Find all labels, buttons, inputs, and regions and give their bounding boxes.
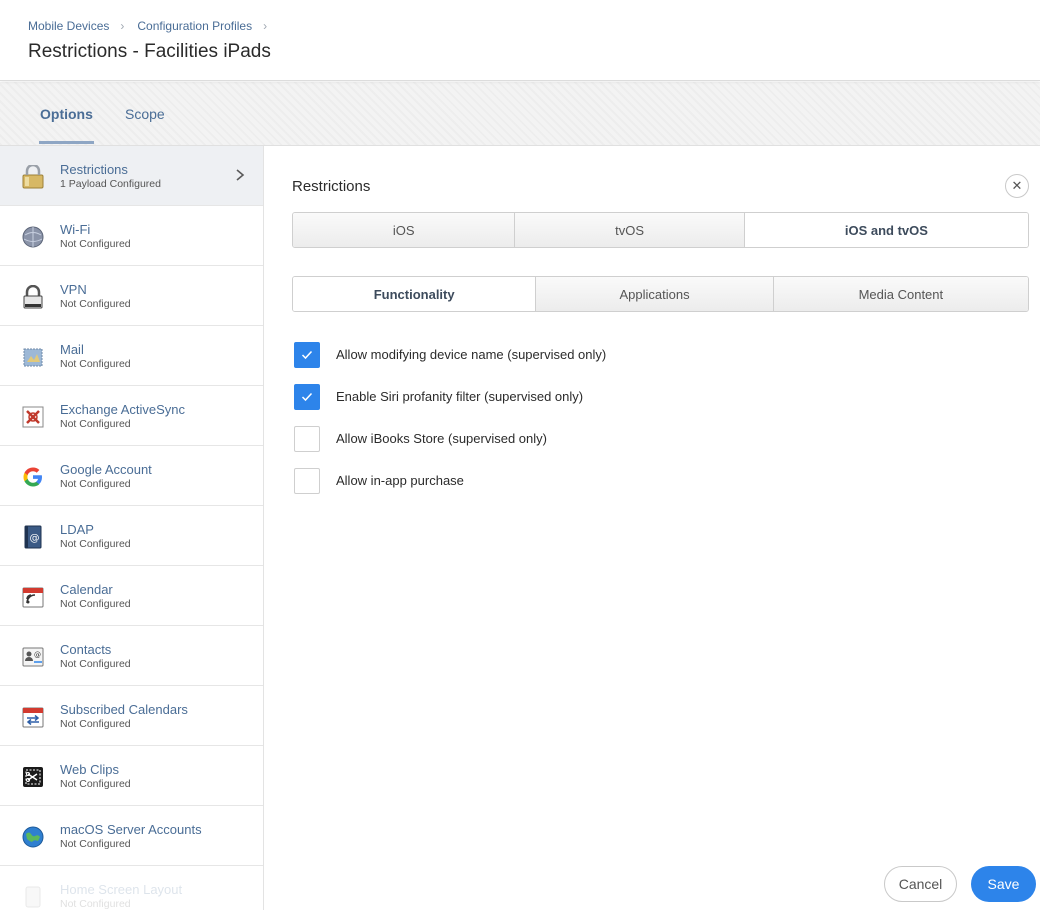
breadcrumb-mobile-devices[interactable]: Mobile Devices — [28, 19, 109, 33]
home-screen-icon — [21, 885, 44, 908]
tab-bar: Options Scope — [0, 82, 1040, 146]
sidebar-item-exchange[interactable]: Exchange ActiveSync Not Configured — [0, 386, 263, 446]
option-label: Allow iBooks Store (supervised only) — [336, 431, 547, 446]
sidebar-item-google-account[interactable]: Google Account Not Configured — [0, 446, 263, 506]
allow-modifying-device-name-checkbox[interactable] — [294, 342, 320, 368]
option-label: Allow modifying device name (supervised … — [336, 347, 607, 362]
checkmark-icon — [301, 392, 313, 402]
category-tabs: Functionality Applications Media Content — [292, 276, 1029, 312]
sidebar-item-status: Not Configured — [60, 418, 131, 430]
sidebar-item-status: Not Configured — [60, 478, 131, 490]
sidebar-item-label: VPN — [60, 282, 87, 297]
tab-media-content[interactable]: Media Content — [773, 277, 1028, 311]
payload-content: Restrictions ✕ iOS tvOS iOS and tvOS Fun… — [264, 146, 1040, 910]
exchange-icon — [21, 405, 44, 428]
save-button[interactable]: Save — [971, 866, 1036, 902]
breadcrumb-separator: › — [263, 19, 268, 33]
sidebar-item-status: 1 Payload Configured — [60, 178, 161, 190]
ldap-book-icon: @ — [21, 525, 44, 548]
sidebar-item-web-clips[interactable]: Web Clips Not Configured — [0, 746, 263, 806]
tab-tvos[interactable]: tvOS — [515, 213, 745, 247]
tab-ios-and-tvos[interactable]: iOS and tvOS — [744, 213, 1028, 247]
sidebar-item-status: Not Configured — [60, 598, 131, 610]
payload-sidebar: Restrictions 1 Payload Configured Wi-Fi … — [0, 146, 264, 910]
sidebar-item-status: Not Configured — [60, 898, 131, 910]
sidebar-item-label: Mail — [60, 342, 84, 357]
sidebar-item-restrictions[interactable]: Restrictions 1 Payload Configured — [0, 146, 263, 206]
sidebar-item-wifi[interactable]: Wi-Fi Not Configured — [0, 206, 263, 266]
cancel-button[interactable]: Cancel — [884, 866, 957, 902]
sidebar-item-contacts[interactable]: @ Contacts Not Configured — [0, 626, 263, 686]
sidebar-item-status: Not Configured — [60, 658, 131, 670]
tab-scope[interactable]: Scope — [125, 106, 165, 122]
option-row: Allow modifying device name (supervised … — [294, 342, 606, 368]
sidebar-item-mail[interactable]: Mail Not Configured — [0, 326, 263, 386]
server-globe-icon — [21, 825, 44, 848]
sidebar-item-home-screen-layout[interactable]: Home Screen Layout Not Configured — [0, 866, 263, 910]
contacts-icon: @ — [21, 645, 44, 668]
tab-functionality[interactable]: Functionality — [293, 277, 537, 311]
subscribed-calendar-icon — [21, 705, 44, 728]
sidebar-item-status: Not Configured — [60, 298, 131, 310]
breadcrumb-configuration-profiles[interactable]: Configuration Profiles — [137, 19, 252, 33]
sidebar-item-ldap[interactable]: @ LDAP Not Configured — [0, 506, 263, 566]
chevron-right-icon — [234, 167, 246, 183]
sidebar-item-status: Not Configured — [60, 538, 131, 550]
breadcrumb: Mobile Devices › Configuration Profiles … — [28, 19, 280, 33]
tab-ios[interactable]: iOS — [293, 213, 516, 247]
option-row: Allow iBooks Store (supervised only) — [294, 426, 547, 452]
web-clip-icon — [21, 765, 44, 788]
sidebar-item-label: Subscribed Calendars — [60, 702, 188, 717]
option-row: Allow in-app purchase — [294, 468, 464, 494]
platform-tabs: iOS tvOS iOS and tvOS — [292, 212, 1029, 248]
sidebar-item-label: macOS Server Accounts — [60, 822, 202, 837]
sidebar-item-label: Wi-Fi — [60, 222, 91, 237]
sidebar-item-label: Restrictions — [60, 162, 128, 177]
option-label: Enable Siri profanity filter (supervised… — [336, 389, 584, 404]
allow-ibooks-store-checkbox[interactable] — [294, 426, 320, 452]
svg-text:@: @ — [29, 533, 39, 544]
enable-siri-profanity-filter-checkbox[interactable] — [294, 384, 320, 410]
sidebar-item-label: Exchange ActiveSync — [60, 402, 186, 417]
google-icon — [21, 465, 44, 488]
sidebar-item-vpn[interactable]: VPN Not Configured — [0, 266, 263, 326]
sidebar-item-label: Web Clips — [60, 762, 120, 777]
calendar-icon — [21, 585, 44, 608]
sidebar-item-status: Not Configured — [60, 358, 131, 370]
sidebar-item-status: Not Configured — [60, 778, 131, 790]
option-label: Allow in-app purchase — [336, 473, 464, 488]
sidebar-item-label: Calendar — [60, 582, 113, 597]
close-icon: ✕ — [1011, 178, 1023, 193]
allow-in-app-purchase-checkbox[interactable] — [294, 468, 320, 494]
breadcrumb-separator: › — [120, 19, 125, 33]
vpn-lock-icon — [21, 284, 44, 308]
tab-options[interactable]: Options — [39, 106, 94, 144]
tab-applications[interactable]: Applications — [536, 277, 774, 311]
option-row: Enable Siri profanity filter (supervised… — [294, 384, 583, 410]
sidebar-item-label: Google Account — [60, 462, 152, 477]
wifi-globe-icon — [21, 225, 44, 248]
page-title: Restrictions - Facilities iPads — [28, 41, 271, 62]
page-header: Mobile Devices › Configuration Profiles … — [0, 0, 1040, 81]
svg-text:@: @ — [34, 651, 41, 659]
sidebar-item-macos-server-accounts[interactable]: macOS Server Accounts Not Configured — [0, 806, 263, 866]
mail-stamp-icon — [21, 345, 44, 368]
sidebar-item-status: Not Configured — [60, 838, 131, 850]
sidebar-item-calendar[interactable]: Calendar Not Configured — [0, 566, 263, 626]
sidebar-item-label: LDAP — [60, 522, 94, 537]
sidebar-item-status: Not Configured — [60, 238, 131, 250]
close-button[interactable]: ✕ — [1005, 174, 1029, 198]
sidebar-item-subscribed-calendars[interactable]: Subscribed Calendars Not Configured — [0, 686, 263, 746]
section-title: Restrictions — [292, 178, 371, 195]
sidebar-item-label: Contacts — [60, 642, 112, 657]
sidebar-item-status: Not Configured — [60, 718, 131, 730]
sidebar-item-label: Home Screen Layout — [60, 882, 183, 897]
checkmark-icon — [301, 350, 313, 360]
lock-icon — [21, 164, 44, 188]
